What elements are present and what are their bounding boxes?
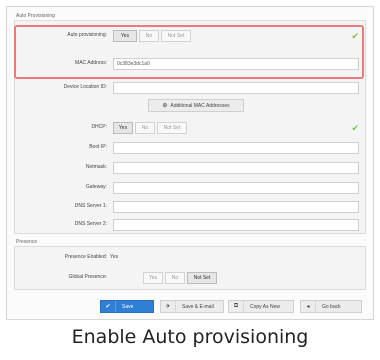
dns2-input[interactable]: [113, 219, 359, 231]
global-presence-row: Global Presence: Yes No Not Set: [15, 271, 365, 285]
dns1-label: DNS Server 1:: [74, 203, 107, 209]
dhcp-label: DHCP:: [91, 124, 107, 130]
mac-address-row: MAC Address: 0c383e3dc1a0: [15, 57, 365, 71]
global-presence-yes-button[interactable]: Yes: [143, 272, 163, 284]
device-location-label: Device Location ID:: [63, 84, 107, 90]
dns1-row: DNS Server 1:: [15, 200, 365, 214]
send-icon: ✈: [161, 301, 176, 312]
boot-ip-row: Boot IP:: [15, 141, 365, 155]
dhcp-no-button[interactable]: No: [135, 122, 155, 134]
gateway-input[interactable]: [113, 182, 359, 194]
checkmark-icon: ✔: [351, 123, 359, 133]
dhcp-toggle: Yes No Not Set: [113, 122, 187, 134]
gateway-label: Gateway:: [85, 184, 107, 190]
mac-address-input[interactable]: 0c383e3dc1a0: [113, 58, 359, 70]
device-location-input[interactable]: [113, 82, 359, 94]
presence-enabled-row: Presence Enabled: Yes: [15, 251, 365, 265]
auto-provisioning-section: Auto provisioning: Yes No Not Set ✔ MAC …: [14, 20, 366, 234]
auto-provisioning-toggle: Yes No Not Set: [113, 30, 191, 42]
additional-mac-addresses-button[interactable]: ⊕ Additional MAC Addresses: [148, 99, 244, 112]
dns1-input[interactable]: [113, 201, 359, 213]
presence-enabled-value: Yes: [110, 254, 119, 260]
auto-provisioning-label: Auto provisioning:: [67, 32, 107, 38]
additional-mac-addresses-label: Additional MAC Addresses: [170, 102, 230, 109]
dhcp-row: DHCP: Yes No Not Set ✔: [15, 121, 365, 135]
presence-section: Presence Enabled: Yes Global Presence: Y…: [14, 246, 366, 290]
save-email-label: Save & E-mail: [182, 303, 214, 310]
global-presence-no-button[interactable]: No: [165, 272, 185, 284]
device-location-row: Device Location ID:: [15, 81, 365, 95]
boot-ip-label: Boot IP:: [89, 144, 107, 150]
auto-provisioning-row: Auto provisioning: Yes No Not Set ✔: [15, 29, 365, 43]
save-button[interactable]: ✔ Save: [100, 300, 154, 313]
auto-provisioning-notset-button[interactable]: Not Set: [161, 30, 191, 42]
back-arrow-icon: ◂: [301, 301, 316, 312]
gateway-row: Gateway:: [15, 181, 365, 195]
copy-as-new-label: Copy As New: [250, 303, 281, 310]
auto-provisioning-title: Auto Provisioning: [16, 13, 55, 19]
global-presence-notset-button[interactable]: Not Set: [187, 272, 217, 284]
mac-address-label: MAC Address:: [75, 60, 107, 66]
netmask-row: Netmask:: [15, 161, 365, 175]
dhcp-notset-button[interactable]: Not Set: [157, 122, 187, 134]
copy-as-new-button[interactable]: ⧉ Copy As New: [228, 300, 294, 313]
go-back-button[interactable]: ◂ Go back: [300, 300, 362, 313]
copy-icon: ⧉: [229, 301, 244, 312]
dns2-label: DNS Server 2:: [74, 221, 107, 227]
dhcp-yes-button[interactable]: Yes: [113, 122, 133, 134]
plus-icon: ⊕: [162, 103, 168, 109]
auto-provisioning-yes-button[interactable]: Yes: [113, 30, 137, 42]
presence-title: Presence: [16, 239, 38, 245]
checkmark-icon: ✔: [351, 31, 359, 41]
dns2-row: DNS Server 2:: [15, 218, 365, 232]
global-presence-toggle: Yes No Not Set: [143, 272, 217, 284]
go-back-label: Go back: [322, 303, 341, 310]
presence-enabled-label: Presence Enabled:: [64, 254, 107, 260]
save-email-button[interactable]: ✈ Save & E-mail: [160, 300, 224, 313]
boot-ip-input[interactable]: [113, 142, 359, 154]
save-label: Save: [122, 303, 134, 310]
netmask-label: Netmask:: [85, 164, 107, 170]
auto-provisioning-no-button[interactable]: No: [139, 30, 159, 42]
checkmark-icon: ✔: [101, 301, 116, 312]
netmask-input[interactable]: [113, 162, 359, 174]
caption: Enable Auto provisioning: [71, 326, 309, 348]
global-presence-label: Global Presence:: [68, 274, 107, 280]
